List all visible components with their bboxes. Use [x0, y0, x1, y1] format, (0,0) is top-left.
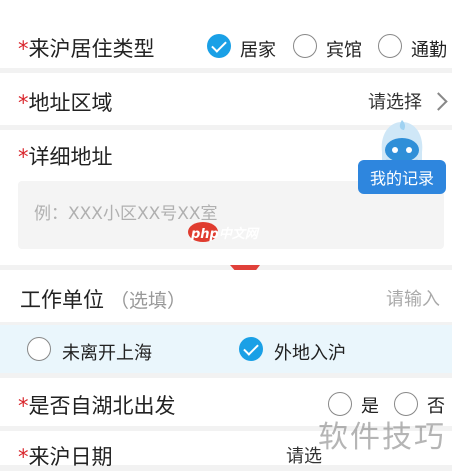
arrival-date-value[interactable]: 请选	[286, 442, 322, 468]
origin-row: 未离开上海 外地入沪	[0, 325, 452, 373]
radio-commute[interactable]	[378, 34, 402, 58]
option-hotel-label[interactable]: 宾馆	[326, 36, 362, 62]
radio-from-elsewhere-checked[interactable]	[239, 337, 263, 361]
work-unit-input[interactable]: 请输入	[386, 285, 440, 311]
detail-address-label: *详细地址	[18, 145, 113, 169]
work-unit-row[interactable]: 工作单位 （选填） 请输入	[0, 270, 452, 322]
corner-watermark: 软件技巧	[318, 420, 446, 455]
arrival-date-label: *来沪日期	[18, 445, 113, 469]
radio-home-checked[interactable]	[207, 34, 231, 58]
option-from-elsewhere-label[interactable]: 外地入沪	[274, 339, 346, 365]
watermark-logo: php中文网	[188, 220, 270, 244]
region-select-value[interactable]: 请选择	[368, 88, 422, 114]
option-home-label[interactable]: 居家	[240, 36, 276, 62]
my-records-label: 我的记录	[369, 169, 434, 188]
option-not-left-shanghai-label[interactable]: 未离开上海	[62, 339, 152, 365]
residence-type-label: *来沪居住类型	[18, 37, 155, 61]
hubei-label: *是否自湖北出发	[18, 394, 176, 418]
radio-not-left-shanghai[interactable]	[27, 337, 51, 361]
work-unit-label: 工作单位 （选填）	[20, 288, 187, 312]
work-unit-optional: （选填）	[110, 290, 187, 312]
radio-hotel[interactable]	[293, 34, 317, 58]
chevron-right-icon	[429, 92, 448, 111]
address-region-label: *地址区域	[18, 91, 113, 115]
option-commute-label[interactable]: 通勤	[411, 36, 447, 62]
my-records-button[interactable]: 我的记录	[358, 160, 446, 194]
watermark-logo-text: php中文网	[191, 227, 258, 242]
residence-type-row: *来沪居住类型 居家 宾馆 通勤	[0, 0, 452, 68]
my-records-widget[interactable]: 我的记录	[358, 118, 446, 198]
